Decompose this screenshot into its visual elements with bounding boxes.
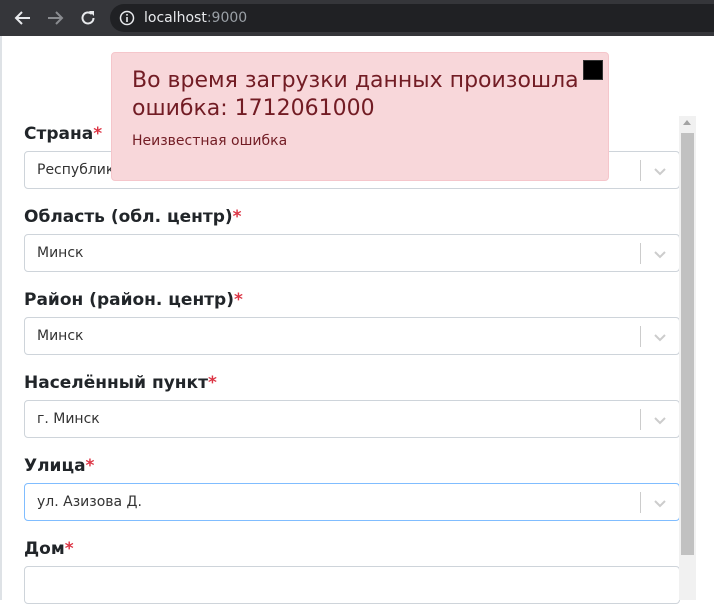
locality-field: Населённый пункт* г. Минск — [24, 372, 680, 438]
required-mark: * — [64, 539, 74, 559]
scrollbar-thumb[interactable] — [681, 133, 694, 555]
select-separator — [640, 326, 641, 347]
required-mark: * — [93, 124, 103, 144]
house-field: Дом* — [24, 538, 680, 604]
required-mark: * — [232, 207, 242, 227]
house-label: Дом* — [24, 538, 680, 560]
required-mark: * — [233, 290, 243, 310]
info-icon[interactable] — [119, 10, 135, 26]
browser-toolbar: localhost:9000 — [0, 0, 714, 36]
page-content: Страна* Республика Беларусь Область (обл… — [0, 36, 714, 604]
locality-label-text: Населённый пункт — [24, 373, 208, 393]
url-port: :9000 — [206, 10, 248, 26]
select-separator — [640, 492, 641, 513]
url-host: localhost — [144, 10, 207, 26]
district-label: Район (район. центр)* — [24, 289, 680, 311]
select-separator — [640, 243, 641, 264]
reload-button[interactable] — [79, 9, 97, 27]
chevron-down-icon[interactable] — [653, 496, 667, 510]
locality-label: Населённый пункт* — [24, 372, 680, 394]
district-label-text: Район (район. центр) — [24, 290, 234, 310]
error-message: Неизвестная ошибка — [132, 133, 288, 149]
region-label: Область (обл. центр)* — [24, 206, 680, 228]
district-select[interactable]: Минск — [24, 317, 680, 355]
region-field: Область (обл. центр)* Минск — [24, 206, 680, 272]
region-select[interactable]: Минск — [24, 234, 680, 272]
select-separator — [640, 409, 641, 430]
chevron-down-icon[interactable] — [653, 330, 667, 344]
address-bar[interactable]: localhost:9000 — [110, 4, 714, 32]
street-value: ул. Азизова Д. — [37, 494, 142, 510]
district-field: Район (район. центр)* Минск — [24, 289, 680, 355]
required-mark: * — [85, 456, 95, 476]
locality-value: г. Минск — [37, 411, 100, 427]
country-label-text: Страна — [24, 124, 94, 144]
required-mark: * — [207, 373, 217, 393]
street-field: Улица* ул. Азизова Д. — [24, 455, 680, 521]
reload-icon — [81, 11, 95, 25]
chevron-down-icon[interactable] — [653, 247, 667, 261]
back-button[interactable] — [14, 9, 32, 27]
arrow-right-icon — [48, 11, 64, 25]
arrow-left-icon — [14, 11, 30, 25]
select-separator — [640, 160, 641, 181]
street-label-text: Улица — [24, 456, 86, 476]
district-value: Минск — [37, 328, 84, 344]
error-toast: Во время загрузки данных произошла ошибк… — [111, 52, 609, 181]
house-input[interactable] — [24, 566, 680, 604]
chevron-down-icon[interactable] — [653, 164, 667, 178]
street-select[interactable]: ул. Азизова Д. — [24, 483, 680, 521]
street-label: Улица* — [24, 455, 680, 477]
forward-button[interactable] — [46, 9, 64, 27]
url-text: localhost:9000 — [144, 10, 247, 26]
scrollbar[interactable] — [679, 116, 696, 600]
close-icon[interactable] — [583, 60, 603, 80]
scroll-up-arrow-icon[interactable] — [683, 120, 691, 125]
locality-select[interactable]: г. Минск — [24, 400, 680, 438]
region-value: Минск — [37, 245, 84, 261]
error-title: Во время загрузки данных произошла ошибк… — [132, 68, 579, 121]
house-label-text: Дом — [24, 539, 65, 559]
region-label-text: Область (обл. центр) — [24, 207, 233, 227]
chevron-down-icon[interactable] — [653, 413, 667, 427]
